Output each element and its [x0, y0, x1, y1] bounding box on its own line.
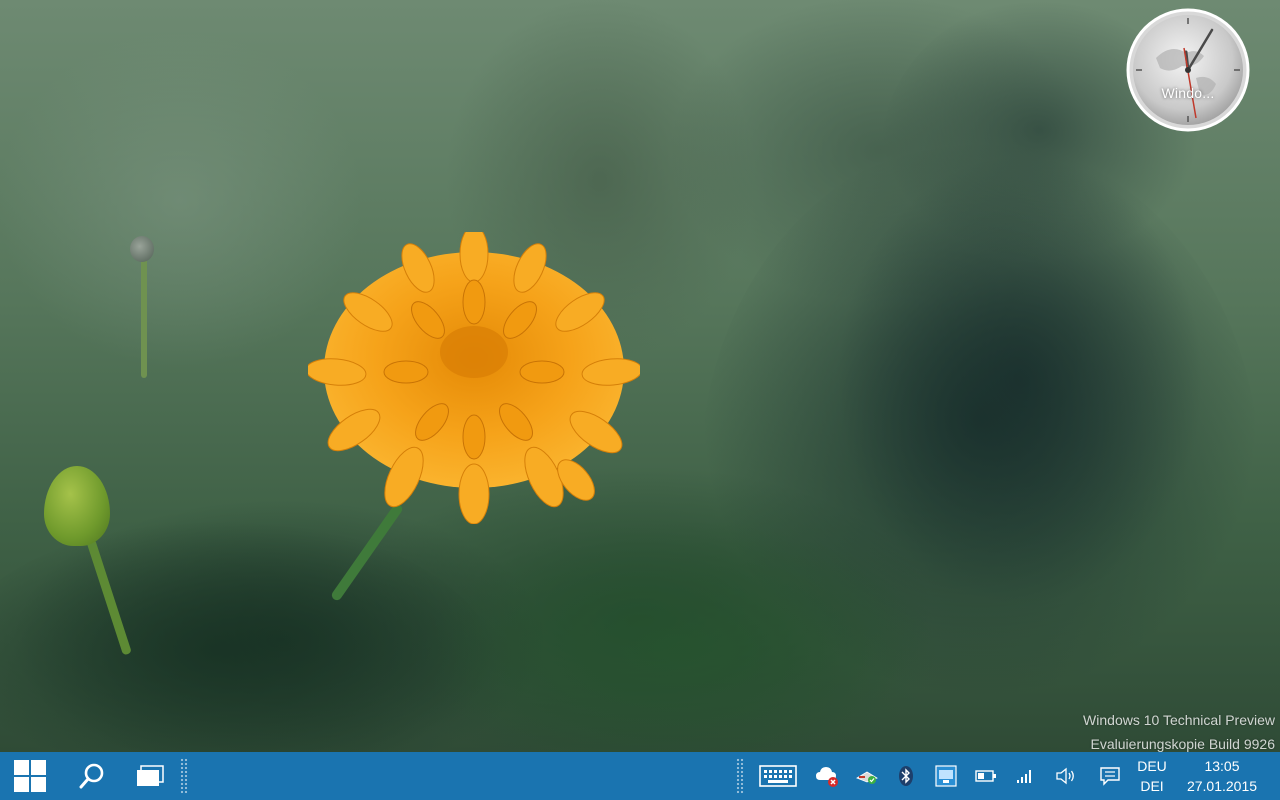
taskbar-time: 13:05: [1204, 758, 1240, 774]
start-button[interactable]: [0, 752, 60, 800]
display-settings-button[interactable]: [932, 752, 960, 800]
taskbar-clock[interactable]: 13:05 27.01.2015: [1180, 752, 1264, 800]
action-center-icon: [1100, 767, 1120, 786]
watermark-line-2: Evaluierungskopie Build 9926: [1090, 736, 1275, 752]
taskbar-date: 27.01.2015: [1186, 778, 1258, 794]
display-settings-icon: [935, 765, 957, 787]
touch-keyboard-icon: [759, 765, 797, 787]
language-bottom: DEI: [1140, 778, 1164, 794]
task-view-icon: [137, 765, 164, 786]
bluetooth-icon: [899, 766, 913, 786]
tray-grip[interactable]: [736, 758, 744, 794]
cloud-sync-error-icon: [816, 767, 838, 787]
touch-keyboard-button[interactable]: [756, 752, 800, 800]
taskbar: DEU DEI 13:05 27.01.2015: [0, 752, 1280, 800]
flower-bud: [44, 466, 110, 546]
clock-gadget-label: Windo...: [1161, 85, 1215, 101]
volume-button[interactable]: [1052, 752, 1080, 800]
network-adapter-icon: [856, 771, 878, 784]
language-indicator[interactable]: DEU DEI: [1132, 752, 1172, 800]
action-center-button[interactable]: [1096, 752, 1124, 800]
search-button[interactable]: [66, 752, 118, 800]
watermark-line-1: Windows 10 Technical Preview: [1083, 712, 1275, 728]
analog-clock-icon: [1126, 8, 1250, 132]
taskbar-grip[interactable]: [180, 758, 188, 794]
desktop[interactable]: Windo... Windows 10 Technical Preview Ev…: [0, 0, 1280, 752]
flower-bud: [130, 236, 154, 262]
marigold-flower: [308, 232, 640, 524]
search-icon: [79, 763, 104, 789]
clock-gadget[interactable]: Windo...: [1126, 8, 1250, 132]
bluetooth-button[interactable]: [894, 752, 918, 800]
windows-logo-icon: [14, 760, 46, 792]
language-top: DEU: [1137, 758, 1167, 774]
battery-icon: [975, 770, 996, 782]
network-signal-button[interactable]: [1012, 752, 1038, 800]
build-watermark: Windows 10 Technical Preview Evaluierung…: [1083, 708, 1275, 752]
task-view-button[interactable]: [124, 752, 176, 800]
volume-icon: [1056, 767, 1074, 785]
cloud-sync-button[interactable]: [812, 752, 842, 800]
bud-stem: [141, 258, 147, 378]
foliage: [0, 520, 500, 752]
signal-strength-icon: [1017, 770, 1031, 783]
network-adapter-button[interactable]: [852, 752, 882, 800]
battery-button[interactable]: [972, 752, 1000, 800]
